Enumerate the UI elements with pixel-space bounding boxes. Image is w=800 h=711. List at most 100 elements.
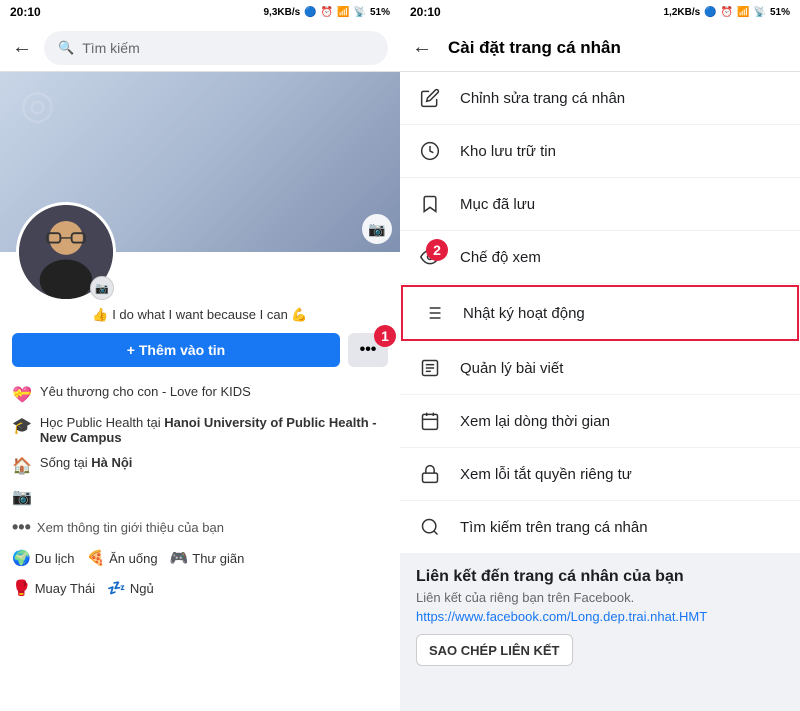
interest-relax-label: Thư giãn (192, 551, 244, 566)
pencil-icon (416, 84, 444, 112)
list-icon (419, 299, 447, 327)
r-signal-icon: 📶 (737, 7, 749, 18)
left-time: 20:10 (10, 5, 41, 19)
interest-travel: 🌍 Du lịch (12, 549, 74, 567)
instagram-icon: 📷 (12, 487, 32, 507)
link-section: Liên kết đến trang cá nhân của bạn Liên … (400, 554, 800, 711)
love-icon: 💝 (12, 385, 32, 405)
muaythai-icon: 🥊 (12, 579, 31, 597)
copy-link-button[interactable]: SAO CHÉP LIÊN KẾT (416, 634, 573, 666)
left-network: 9,3KB/s (263, 7, 300, 18)
interest-muaythai-label: Muay Thái (35, 581, 95, 596)
settings-item-search-profile[interactable]: Tìm kiếm trên trang cá nhân (400, 501, 800, 554)
status-bar-left: 20:10 9,3KB/s 🔵 ⏰ 📶 📡 51% (0, 0, 400, 24)
edit-icon-container (416, 84, 444, 112)
bookmark-icon (416, 190, 444, 218)
activity-log-label: Nhật ký hoạt động (463, 305, 585, 322)
settings-item-review-timeline[interactable]: Xem lại dòng thời gian (400, 395, 800, 448)
privacy-label: Xem lỗi tắt quyền riêng tư (460, 466, 632, 483)
alarm-icon: ⏰ (321, 7, 333, 18)
link-section-description: Liên kết của riêng bạn trên Facebook. (416, 590, 784, 605)
manage-posts-label: Quản lý bài viết (460, 360, 563, 377)
right-battery: 51% (770, 7, 790, 18)
interest-sleep: 💤 Ngủ (107, 579, 154, 597)
view-mode-label: Chế độ xem (460, 249, 541, 266)
signal-icon: 📶 (337, 7, 349, 18)
settings-item-activity-log[interactable]: Nhật ký hoạt động (401, 285, 799, 341)
travel-icon: 🌍 (12, 549, 31, 567)
search-input-area[interactable]: 🔍 Tìm kiếm (44, 31, 388, 65)
status-bar-right: 20:10 1,2KB/s 🔵 ⏰ 📶 📡 51% (400, 0, 800, 24)
left-battery: 51% (370, 7, 390, 18)
interests-row-1: 🌍 Du lịch 🍕 Ăn uống 🎮 Thư giãn (12, 543, 388, 573)
search-profile-icon (416, 513, 444, 541)
search-profile-label: Tìm kiếm trên trang cá nhân (460, 519, 648, 536)
r-bluetooth-icon: 🔵 (704, 7, 716, 18)
settings-item-edit[interactable]: Chỉnh sửa trang cá nhân (400, 72, 800, 125)
settings-header: ← Cài đặt trang cá nhân (400, 24, 800, 72)
more-info-row[interactable]: ••• Xem thông tin giới thiệu của bạn (12, 512, 388, 543)
settings-item-view-mode[interactable]: 2 Chế độ xem (400, 231, 800, 284)
info-item-location: 🏠 Sống tại Hà Nội (12, 450, 388, 481)
lock-icon (416, 460, 444, 488)
info-list: 💝 Yêu thương cho con - Love for KIDS 🎓 H… (12, 379, 388, 512)
food-icon: 🍕 (86, 549, 105, 567)
r-wifi-icon: 📡 (754, 7, 766, 18)
info-item-education: 🎓 Học Public Health tại Hanoi University… (12, 410, 388, 450)
badge-1: 1 (374, 325, 396, 347)
info-item-instagram: 📷 (12, 481, 388, 512)
avatar-camera-button[interactable]: 📷 (90, 276, 114, 300)
right-time: 20:10 (410, 5, 441, 19)
archive-label: Kho lưu trữ tin (460, 143, 556, 160)
sleep-icon: 💤 (107, 579, 126, 597)
search-icon: 🔍 (58, 40, 74, 56)
more-options-button[interactable]: ••• 1 (348, 333, 388, 367)
relax-icon: 🎮 (170, 549, 189, 567)
settings-item-manage-posts[interactable]: Quản lý bài viết (400, 342, 800, 395)
calendar-icon (416, 407, 444, 435)
add-story-button[interactable]: + Thêm vào tin (12, 333, 340, 367)
action-buttons: + Thêm vào tin ••• 1 (12, 333, 388, 367)
link-url: https://www.facebook.com/Long.dep.trai.n… (416, 609, 784, 624)
r-alarm-icon: ⏰ (721, 7, 733, 18)
settings-item-archive[interactable]: Kho lưu trữ tin (400, 125, 800, 178)
interest-muaythai: 🥊 Muay Thái (12, 579, 95, 597)
cover-decoration: ◎ (20, 82, 55, 128)
interest-relax: 🎮 Thư giãn (170, 549, 245, 567)
info-text-education: Học Public Health tại Hanoi University o… (40, 415, 388, 445)
settings-list: Chỉnh sửa trang cá nhân Kho lưu trữ tin … (400, 72, 800, 554)
badge-2: 2 (426, 239, 448, 261)
link-section-title: Liên kết đến trang cá nhân của bạn (416, 568, 784, 586)
left-status-icons: 9,3KB/s 🔵 ⏰ 📶 📡 51% (263, 7, 390, 18)
interest-sleep-label: Ngủ (130, 581, 154, 596)
edit-profile-label: Chỉnh sửa trang cá nhân (460, 90, 625, 107)
view-icon-container: 2 (416, 243, 444, 271)
cover-camera-button[interactable]: 📷 (362, 214, 392, 244)
home-icon: 🏠 (12, 456, 32, 476)
left-panel: 20:10 9,3KB/s 🔵 ⏰ 📶 📡 51% ← 🔍 Tìm kiếm ◎… (0, 0, 400, 711)
search-placeholder: Tìm kiếm (82, 40, 140, 56)
info-text-love: Yêu thương cho con - Love for KIDS (40, 384, 251, 399)
saved-label: Mục đã lưu (460, 196, 535, 213)
search-bar: ← 🔍 Tìm kiếm (0, 24, 400, 72)
interest-food-label: Ăn uống (109, 551, 157, 566)
settings-item-privacy[interactable]: Xem lỗi tắt quyền riêng tư (400, 448, 800, 501)
avatar-container: 📷 (16, 202, 116, 302)
profile-content: 👍 I do what I want because I can 💪 + Thê… (0, 307, 400, 711)
clock-icon (416, 137, 444, 165)
more-info-label: Xem thông tin giới thiệu của bạn (37, 520, 224, 535)
settings-item-saved[interactable]: Mục đã lưu (400, 178, 800, 231)
right-back-button[interactable]: ← (412, 36, 432, 59)
right-panel: 20:10 1,2KB/s 🔵 ⏰ 📶 📡 51% ← Cài đặt tran… (400, 0, 800, 711)
cover-photo: ◎ 📷 📷 (0, 72, 400, 252)
profile-bio: 👍 I do what I want because I can 💪 (12, 307, 388, 323)
review-timeline-label: Xem lại dòng thời gian (460, 413, 610, 430)
settings-title: Cài đặt trang cá nhân (448, 38, 621, 58)
document-icon (416, 354, 444, 382)
right-network: 1,2KB/s (663, 7, 700, 18)
education-icon: 🎓 (12, 416, 32, 436)
left-back-button[interactable]: ← (12, 36, 32, 59)
info-item-love: 💝 Yêu thương cho con - Love for KIDS (12, 379, 388, 410)
more-dots-icon: ••• (12, 517, 31, 538)
interest-travel-label: Du lịch (35, 551, 75, 566)
